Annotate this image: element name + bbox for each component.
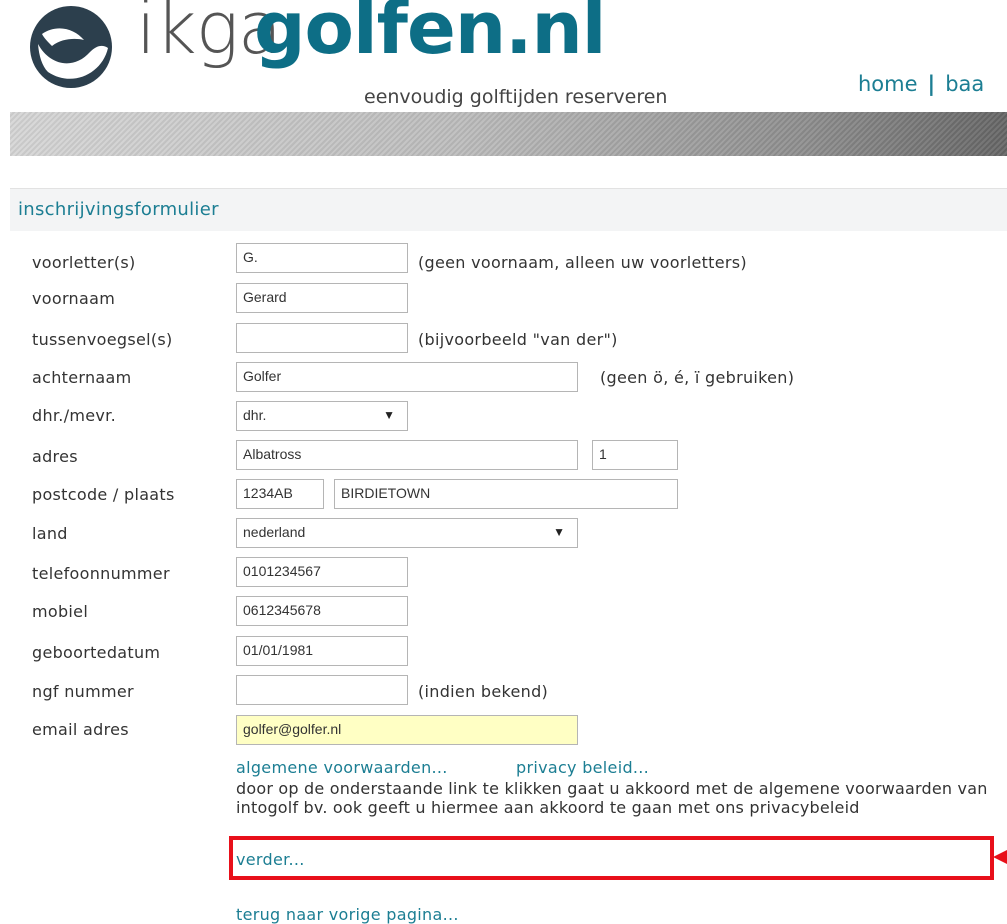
land-select[interactable]: nederland ▼ [236, 518, 578, 548]
label-geboortedatum: geboortedatum [32, 643, 161, 662]
label-voorletters: voorletter(s) [32, 253, 136, 272]
label-ngf: ngf nummer [32, 682, 134, 701]
dropdown-arrow-icon: ▼ [383, 408, 395, 422]
algemene-voorwaarden-link[interactable]: algemene voorwaarden... [236, 758, 448, 777]
nav-home-link[interactable]: home [858, 72, 918, 96]
postcode-input[interactable]: 1234AB [236, 479, 324, 509]
voorletters-input[interactable]: G. [236, 243, 408, 273]
terug-link[interactable]: terug naar vorige pagina... [236, 905, 459, 924]
geboortedatum-input[interactable]: 01/01/1981 [236, 636, 408, 666]
aanhef-select[interactable]: dhr. ▼ [236, 401, 408, 431]
form-title: inschrijvingsformulier [18, 199, 219, 220]
ngf-hint: (indien bekend) [418, 682, 549, 701]
label-postcode-plaats: postcode / plaats [32, 485, 175, 504]
label-aanhef: dhr./mevr. [32, 406, 116, 425]
ngf-input[interactable] [236, 675, 408, 705]
label-tussenvoegsel: tussenvoegsel(s) [32, 330, 173, 349]
label-achternaam: achternaam [32, 368, 132, 387]
label-voornaam: voornaam [32, 289, 116, 308]
nav-next-link[interactable]: baa [945, 72, 984, 96]
plaats-input[interactable]: BIRDIETOWN [334, 479, 678, 509]
golf-ball-logo-icon [30, 6, 112, 88]
privacy-beleid-link[interactable]: privacy beleid... [516, 758, 649, 777]
adres-street-input[interactable]: Albatross [236, 440, 578, 470]
adres-number-input[interactable]: 1 [592, 440, 678, 470]
header-banner [10, 112, 1007, 156]
terms-notice: door op de onderstaande link te klikken … [236, 779, 988, 817]
top-navigation: home | baa [858, 72, 984, 96]
mobiel-input[interactable]: 0612345678 [236, 596, 408, 626]
label-land: land [32, 524, 68, 543]
label-mobiel: mobiel [32, 602, 89, 621]
form-header: inschrijvingsformulier [10, 188, 1007, 231]
dropdown-arrow-icon: ▼ [553, 525, 565, 539]
logo-text-brand: golfen.nl [254, 0, 606, 70]
annotation-arrow-icon [993, 850, 1007, 864]
achternaam-input[interactable]: Golfer [236, 362, 578, 392]
achternaam-hint: (geen ö, é, ï gebruiken) [600, 368, 795, 387]
label-adres: adres [32, 447, 78, 466]
label-email: email adres [32, 720, 129, 739]
label-telefoon: telefoonnummer [32, 564, 170, 583]
land-selected-value: nederland [243, 524, 306, 540]
voorletters-hint: (geen voornaam, alleen uw voorletters) [418, 253, 747, 272]
voornaam-input[interactable]: Gerard [236, 283, 408, 313]
annotation-highlight-box [229, 836, 994, 880]
telefoon-input[interactable]: 0101234567 [236, 557, 408, 587]
tussenvoegsel-input[interactable] [236, 323, 408, 353]
aanhef-selected-value: dhr. [243, 407, 267, 423]
tussenvoegsel-hint: (bijvoorbeeld "van der") [418, 330, 618, 349]
nav-separator: | [927, 72, 936, 96]
logo-tagline: eenvoudig golftijden reserveren [364, 86, 668, 108]
email-input[interactable]: golfer@golfer.nl [236, 715, 578, 745]
